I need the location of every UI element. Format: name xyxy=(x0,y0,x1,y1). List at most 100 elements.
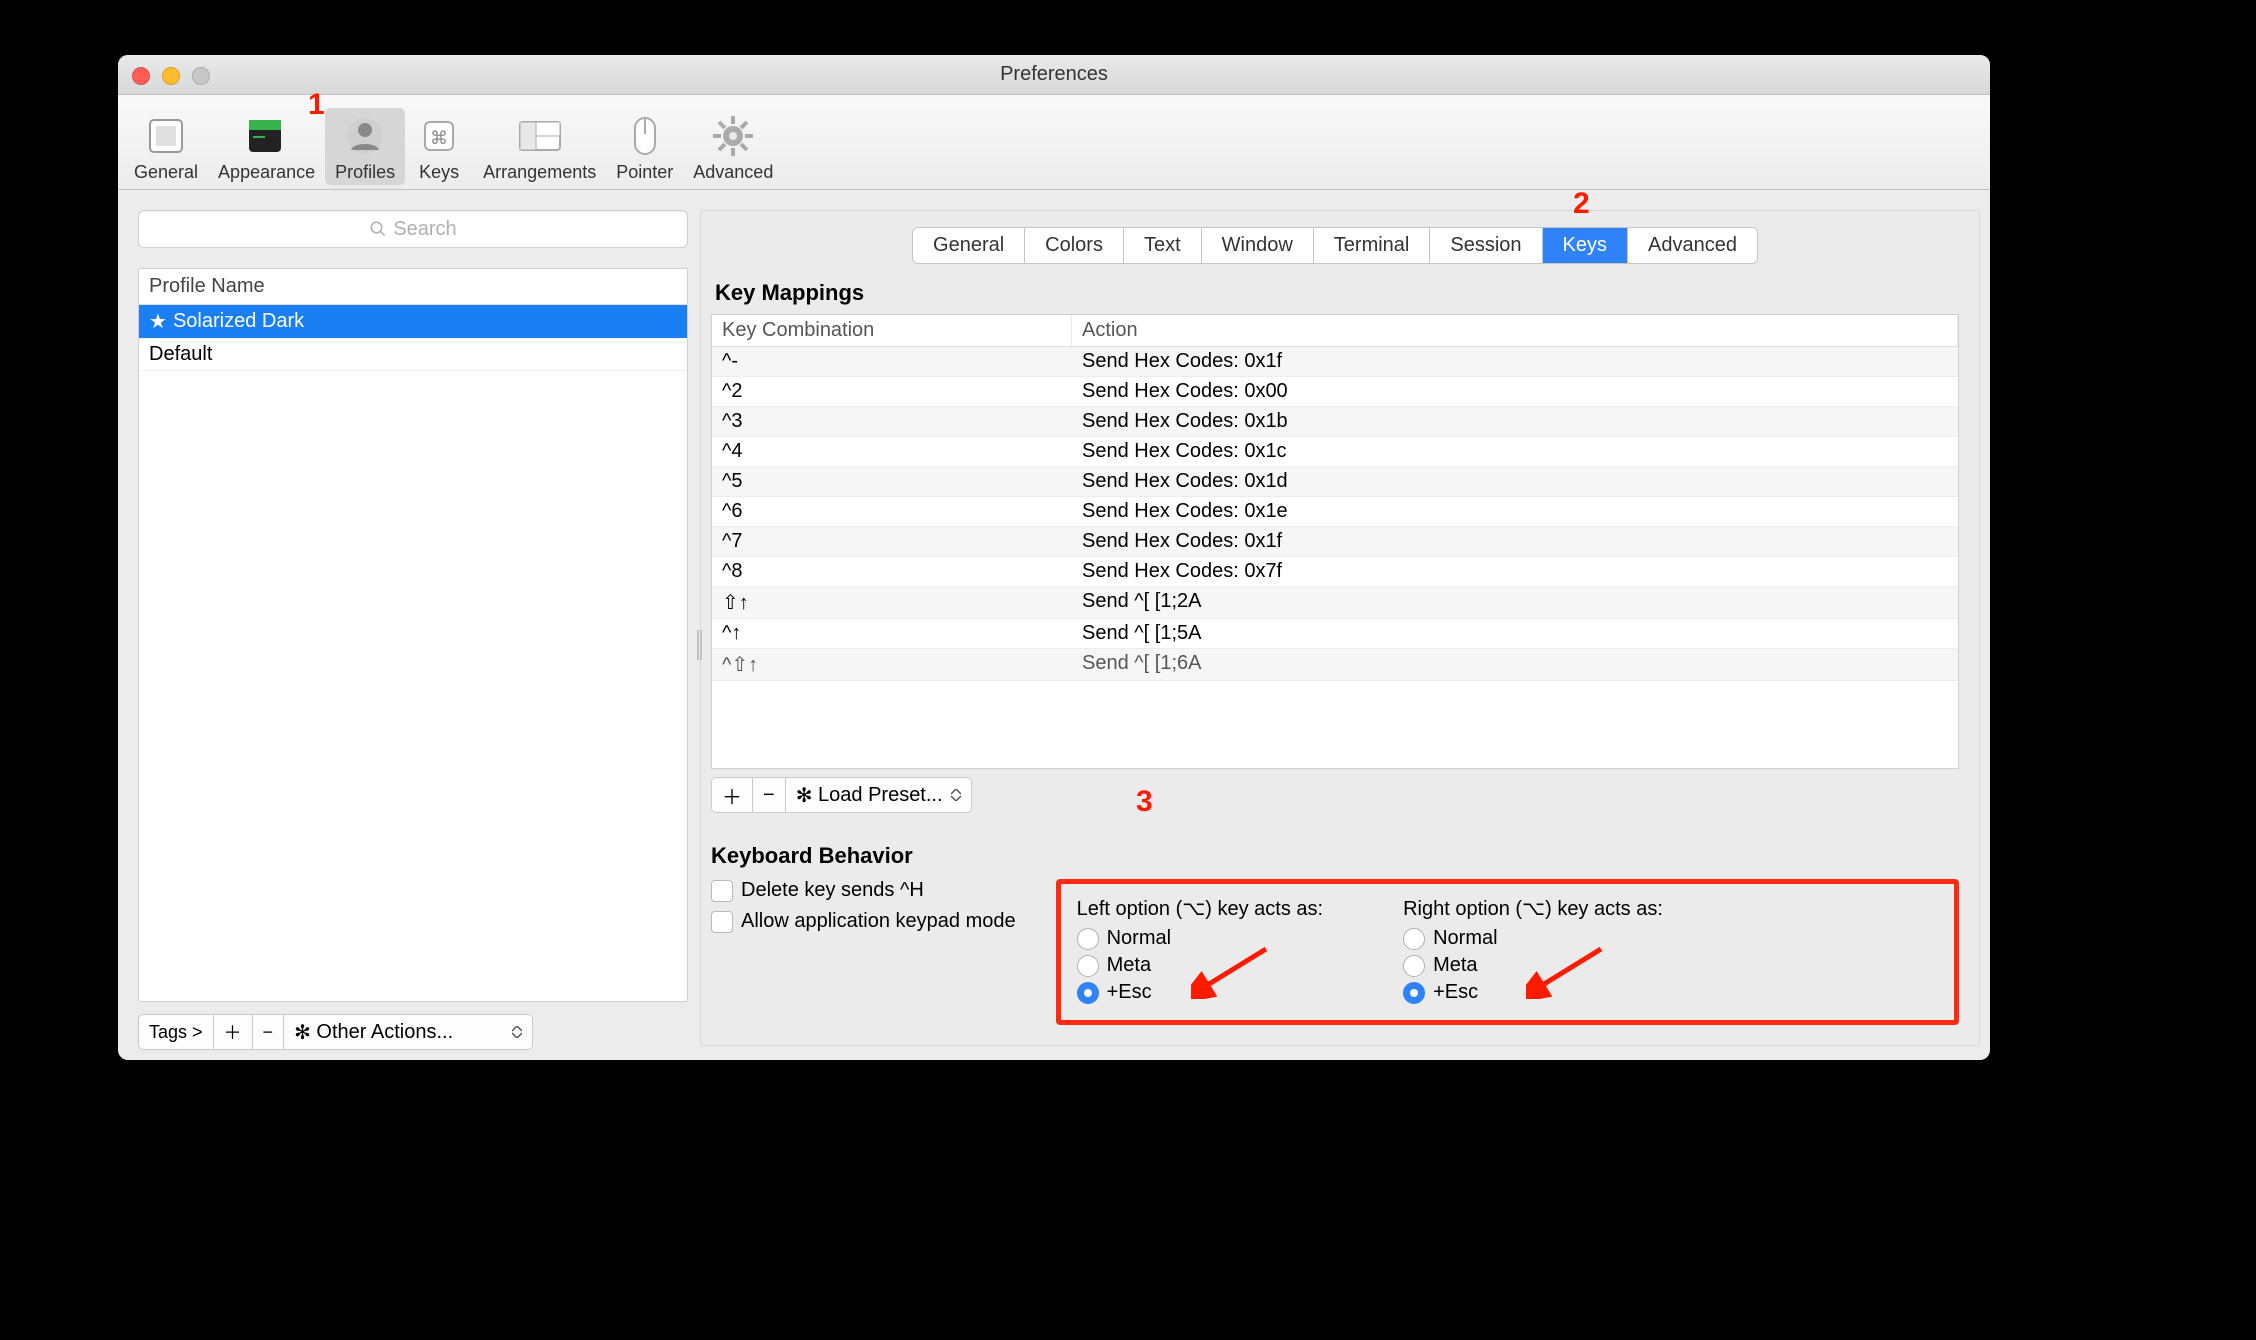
toolbar-item-keys[interactable]: ⌘ Keys xyxy=(405,108,473,185)
column-header[interactable]: Action xyxy=(1072,315,1958,346)
radio-label: Normal xyxy=(1107,927,1171,950)
window-title: Preferences xyxy=(118,63,1990,86)
add-mapping-button[interactable]: ＋ xyxy=(711,777,752,813)
callout: 1 xyxy=(308,88,325,122)
action-cell: Send Hex Codes: 0x7f xyxy=(1072,557,1958,586)
key-mappings-table: Key Combination Action ^-Send Hex Codes:… xyxy=(711,314,1959,769)
other-actions-label: Other Actions... xyxy=(316,1021,453,1044)
key-mappings-title: Key Mappings xyxy=(715,280,1959,306)
arrangements-icon xyxy=(516,112,564,160)
radio-icon xyxy=(1077,955,1099,977)
arrow-icon xyxy=(1526,944,1606,999)
table-row[interactable]: ^8Send Hex Codes: 0x7f xyxy=(712,557,1958,587)
radio-label: Meta xyxy=(1433,954,1477,977)
action-cell: Send Hex Codes: 0x00 xyxy=(1072,377,1958,406)
action-cell: Send Hex Codes: 0x1f xyxy=(1072,347,1958,376)
subtab-window[interactable]: Window xyxy=(1202,228,1314,263)
radio-icon xyxy=(1403,982,1425,1004)
profile-detail-pane: GeneralColorsTextWindowTerminalSessionKe… xyxy=(700,210,1980,1046)
table-row[interactable]: ^4Send Hex Codes: 0x1c xyxy=(712,437,1958,467)
toolbar-item-profiles[interactable]: Profiles xyxy=(325,108,405,185)
profile-list-header[interactable]: Profile Name xyxy=(139,269,687,305)
table-row[interactable]: ^2Send Hex Codes: 0x00 xyxy=(712,377,1958,407)
add-profile-button[interactable]: ＋ xyxy=(213,1014,252,1050)
profiles-sidebar: Search Profile Name ★ Solarized Dark Def… xyxy=(118,190,700,1060)
delete-sends-checkbox[interactable]: Delete key sends ^H xyxy=(711,879,1016,902)
column-header[interactable]: Key Combination xyxy=(712,315,1072,346)
star-icon: ★ xyxy=(149,309,167,334)
allow-keypad-checkbox[interactable]: Allow application keypad mode xyxy=(711,910,1016,933)
search-input[interactable]: Search xyxy=(138,210,688,248)
profile-list-controls: Tags > ＋ − ✻ Other Actions... xyxy=(138,1014,688,1050)
table-row[interactable]: ^7Send Hex Codes: 0x1f xyxy=(712,527,1958,557)
option-key-highlight: Left option (⌥) key acts as: Normal Meta +… xyxy=(1056,879,1959,1025)
toolbar-label: Advanced xyxy=(693,162,773,183)
gear-icon: ✻ xyxy=(796,783,813,808)
load-preset-label: Load Preset... xyxy=(818,784,943,807)
titlebar: Preferences xyxy=(118,55,1990,95)
subtab-session[interactable]: Session xyxy=(1430,228,1542,263)
key-combo-cell: ^8 xyxy=(712,557,1072,586)
callout: 2 xyxy=(1573,187,1590,221)
toolbar-item-arrangements[interactable]: Arrangements xyxy=(473,108,606,185)
subtab-advanced[interactable]: Advanced xyxy=(1628,228,1757,263)
radio-label: +Esc xyxy=(1433,981,1478,1004)
key-combo-cell: ^2 xyxy=(712,377,1072,406)
group-label: Left option (⌥) key acts as: xyxy=(1077,896,1323,921)
key-combo-cell: ^7 xyxy=(712,527,1072,556)
table-row[interactable]: ^-Send Hex Codes: 0x1f xyxy=(712,347,1958,377)
profile-name: Solarized Dark xyxy=(173,310,304,333)
subtab-text[interactable]: Text xyxy=(1124,228,1202,263)
key-combo-cell: ^- xyxy=(712,347,1072,376)
chevron-updown-icon xyxy=(951,789,961,801)
keys-icon: ⌘ xyxy=(415,112,463,160)
toolbar-item-general[interactable]: General xyxy=(124,108,208,185)
search-placeholder: Search xyxy=(393,218,456,241)
toolbar-label: Keys xyxy=(419,162,459,183)
general-icon xyxy=(142,112,190,160)
preferences-window: Preferences General Appearance Profiles xyxy=(118,55,1990,1060)
toolbar-label: Appearance xyxy=(218,162,315,183)
key-mappings-controls: ＋ − ✻ Load Preset... xyxy=(711,777,972,813)
toolbar-item-advanced[interactable]: Advanced xyxy=(683,108,783,185)
table-row[interactable]: ^⇧↑Send ^[ [1;6A xyxy=(712,649,1958,681)
key-combo-cell: ⇧↑ xyxy=(712,587,1072,618)
radio-label: +Esc xyxy=(1107,981,1152,1004)
appearance-icon xyxy=(243,112,291,160)
toolbar-label: Profiles xyxy=(335,162,395,183)
subtab-keys[interactable]: Keys xyxy=(1543,228,1628,263)
table-row[interactable]: ^6Send Hex Codes: 0x1e xyxy=(712,497,1958,527)
action-cell: Send ^[ [1;5A xyxy=(1072,619,1958,648)
remove-mapping-button[interactable]: − xyxy=(752,777,785,813)
table-row[interactable]: ^↑Send ^[ [1;5A xyxy=(712,619,1958,649)
table-row[interactable]: ⇧↑Send ^[ [1;2A xyxy=(712,587,1958,619)
radio-label: Meta xyxy=(1107,954,1151,977)
key-combo-cell: ^3 xyxy=(712,407,1072,436)
tags-button[interactable]: Tags > xyxy=(138,1014,213,1050)
profile-row[interactable]: Default xyxy=(139,339,687,371)
subtab-general[interactable]: General xyxy=(913,228,1025,263)
subtab-terminal[interactable]: Terminal xyxy=(1314,228,1431,263)
resize-handle[interactable] xyxy=(694,628,701,662)
action-cell: Send Hex Codes: 0x1b xyxy=(1072,407,1958,436)
load-preset-dropdown[interactable]: ✻ Load Preset... xyxy=(785,777,972,813)
key-combo-cell: ^4 xyxy=(712,437,1072,466)
toolbar-item-pointer[interactable]: Pointer xyxy=(606,108,683,185)
table-row[interactable]: ^3Send Hex Codes: 0x1b xyxy=(712,407,1958,437)
profile-list: Profile Name ★ Solarized Dark Default xyxy=(138,268,688,1002)
remove-profile-button[interactable]: − xyxy=(252,1014,284,1050)
key-combo-cell: ^6 xyxy=(712,497,1072,526)
action-cell: Send ^[ [1;2A xyxy=(1072,587,1958,618)
subtab-colors[interactable]: Colors xyxy=(1025,228,1124,263)
advanced-icon xyxy=(709,112,757,160)
other-actions-dropdown[interactable]: ✻ Other Actions... xyxy=(283,1014,533,1050)
arrow-icon xyxy=(1191,944,1271,999)
search-icon xyxy=(369,220,387,238)
keyboard-behavior-title: Keyboard Behavior xyxy=(711,843,1959,869)
action-cell: Send ^[ [1;6A xyxy=(1072,649,1958,680)
checkbox-icon xyxy=(711,880,733,902)
radio-icon xyxy=(1077,928,1099,950)
gear-icon: ✻ xyxy=(294,1020,311,1045)
profile-row[interactable]: ★ Solarized Dark xyxy=(139,305,687,339)
table-row[interactable]: ^5Send Hex Codes: 0x1d xyxy=(712,467,1958,497)
